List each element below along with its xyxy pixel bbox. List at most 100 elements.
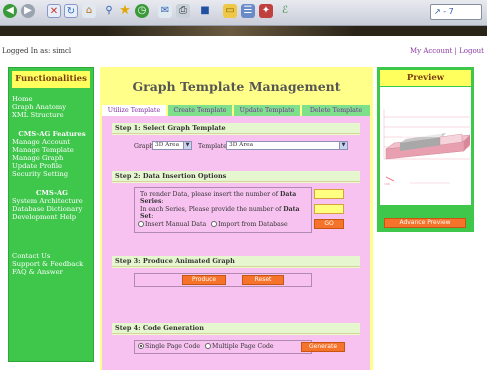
messenger-icon[interactable]: ℰ — [278, 4, 292, 18]
series-instruction: To render Data, please insert the number… — [140, 191, 311, 205]
preview-title: Preview — [380, 70, 471, 86]
chevron-down-icon: ▼ — [183, 142, 191, 149]
edit-icon[interactable]: ■ — [198, 4, 212, 18]
step3-body: Produce Reset — [112, 268, 360, 294]
sidebar-item-contact-us[interactable]: Contact Us — [11, 252, 93, 260]
go-button[interactable]: GO — [314, 219, 344, 229]
sidebar-group-support: Contact Us Support & Feedback FAQ & Answ… — [11, 252, 93, 276]
data-series-input[interactable] — [314, 189, 344, 199]
chevron-down-icon: ▼ — [339, 142, 347, 149]
tab-delete-template[interactable]: Delete Template — [302, 105, 370, 116]
graph-select[interactable]: 3D Area ▼ — [152, 141, 192, 150]
sidebar-heading-features: CMS-AG Features — [18, 130, 86, 138]
step2-body: To render Data, please insert the number… — [112, 183, 360, 236]
option-single-label: Single Page Code — [145, 343, 201, 350]
link-separator: | — [454, 47, 457, 55]
option-db-label: Import from Database — [218, 221, 288, 228]
sidebar-item-manage-template[interactable]: Manage Template — [11, 146, 93, 154]
radio-manual[interactable] — [138, 221, 144, 227]
logout-link[interactable]: Logout — [459, 47, 484, 55]
main-body: Step 1: Select Graph Template Graph: 3D … — [102, 116, 370, 370]
browser-toolbar: ◀ ▶ ✕ ↻ ⌂ ⚲ ★ ◷ ✉ ⎙ ■ ▭ ☰ ✦ ℰ ↗ - 7 — [0, 0, 487, 26]
sidebar-item-system-architecture[interactable]: System Architecture — [11, 197, 93, 205]
sidebar-group-cms: CMS-AG System Architecture Database Dict… — [11, 189, 93, 221]
radio-single-page[interactable] — [138, 343, 144, 349]
preview-graph: 100 — [380, 87, 471, 205]
preview-panel: Preview 100 Advance Preview — [377, 67, 474, 232]
mail-icon[interactable]: ✉ — [158, 4, 172, 18]
folder-icon[interactable]: ▭ — [223, 4, 237, 18]
stop-icon[interactable]: ✕ — [47, 4, 61, 18]
sidebar-item-database-dictionary[interactable]: Database Dictionary — [11, 205, 93, 213]
step2-heading: Step 2: Data Insertion Options — [112, 171, 360, 182]
template-label: Template: — [198, 143, 230, 150]
radio-database[interactable] — [211, 221, 218, 227]
option-manual-label: Insert Manual Data — [145, 221, 207, 228]
set-instruction-colon: : — [151, 213, 154, 220]
series-instruction-colon: : — [161, 198, 164, 205]
series-instruction-text: To render Data, please insert the number… — [140, 191, 281, 198]
data-set-input[interactable] — [314, 204, 344, 214]
svg-text:100: 100 — [384, 182, 390, 186]
sidebar-item-update-profile[interactable]: Update Profile — [11, 162, 93, 170]
sidebar-item-manage-account[interactable]: Manage Account — [11, 138, 93, 146]
step2-options-box: To render Data, please insert the number… — [134, 187, 312, 233]
messenger-icon[interactable]: ☰ — [241, 4, 255, 18]
sidebar-item-security-setting[interactable]: Security Setting — [11, 170, 93, 178]
page-content: Logged In as: simcl My Account | Logout … — [0, 36, 487, 370]
sidebar-item-support-feedback[interactable]: Support & Feedback — [11, 260, 93, 268]
sidebar-item-graph-anatomy[interactable]: Graph Anatomy — [11, 103, 93, 111]
print-icon[interactable]: ⎙ — [176, 4, 190, 18]
template-select-value: 3D Area — [229, 142, 254, 148]
sidebar-heading-cms: CMS-AG — [36, 189, 68, 197]
graph-preview-image: 100 — [380, 87, 471, 205]
sidebar-item-manage-graph[interactable]: Manage Graph — [11, 154, 93, 162]
favorites-icon[interactable]: ★ — [118, 4, 132, 18]
step3-heading: Step 3: Produce Animated Graph — [112, 256, 360, 267]
sidebar-group-general: Home Graph Anatomy XML Structure — [11, 95, 93, 119]
graph-select-value: 3D Area — [155, 142, 180, 148]
sidebar-item-home[interactable]: Home — [11, 95, 93, 103]
sidebar: Functionalities Home Graph Anatomy XML S… — [8, 67, 94, 362]
sidebar-item-development-help[interactable]: Development Help — [11, 213, 93, 221]
tools-icon[interactable]: ✦ — [259, 4, 273, 18]
page-title: Graph Template Management — [132, 79, 341, 94]
insert-options: Insert Manual Data Import from Database — [138, 221, 288, 228]
template-tabs: Utilize Template Create Template Update … — [102, 105, 370, 116]
tab-update-template[interactable]: Update Template — [234, 105, 300, 116]
template-select[interactable]: 3D Area ▼ — [226, 141, 348, 150]
step1-panel: Step 1: Select Graph Template Graph: 3D … — [112, 123, 360, 159]
address-bar[interactable]: ↗ - 7 — [430, 4, 482, 20]
my-account-link[interactable]: My Account — [410, 47, 452, 55]
set-instruction: In each Series, Please provide the numbe… — [140, 206, 311, 220]
option-multi-label: Multiple Page Code — [212, 343, 274, 350]
code-options: Single Page Code Multiple Page Code — [138, 343, 274, 350]
step3-panel: Step 3: Produce Animated Graph Produce R… — [112, 256, 360, 294]
tab-utilize-template[interactable]: Utilize Template — [102, 105, 166, 116]
produce-button[interactable]: Produce — [182, 275, 226, 285]
sidebar-item-xml-structure[interactable]: XML Structure — [11, 111, 93, 119]
account-links: My Account | Logout — [410, 47, 484, 55]
refresh-icon[interactable]: ↻ — [64, 4, 78, 18]
forward-icon[interactable]: ▶ — [21, 4, 35, 18]
step4-body: Single Page Code Multiple Page Code Gene… — [112, 335, 360, 363]
home-icon[interactable]: ⌂ — [82, 4, 96, 18]
step1-body: Graph: 3D Area ▼ Template: 3D Area ▼ — [112, 135, 360, 159]
tab-create-template[interactable]: Create Template — [168, 105, 232, 116]
step2-panel: Step 2: Data Insertion Options To render… — [112, 171, 360, 236]
banner-strip — [0, 26, 487, 36]
history-icon[interactable]: ◷ — [135, 4, 149, 18]
step4-panel: Step 4: Code Generation Single Page Code… — [112, 323, 360, 363]
generate-button[interactable]: Generate — [301, 342, 345, 352]
sidebar-item-faq[interactable]: FAQ & Answer — [11, 268, 93, 276]
search-icon[interactable]: ⚲ — [102, 4, 116, 18]
step4-heading: Step 4: Code Generation — [112, 323, 360, 334]
main-panel: Graph Template Management Utilize Templa… — [100, 67, 373, 370]
advance-preview-button[interactable]: Advance Preview — [384, 218, 466, 228]
back-icon[interactable]: ◀ — [3, 4, 17, 18]
logged-in-label: Logged In as: simcl — [2, 47, 72, 55]
reset-button[interactable]: Reset — [242, 275, 284, 285]
radio-multiple-page[interactable] — [205, 343, 211, 349]
step1-heading: Step 1: Select Graph Template — [112, 123, 360, 134]
sidebar-group-features: CMS-AG Features Manage Account Manage Te… — [11, 130, 93, 178]
